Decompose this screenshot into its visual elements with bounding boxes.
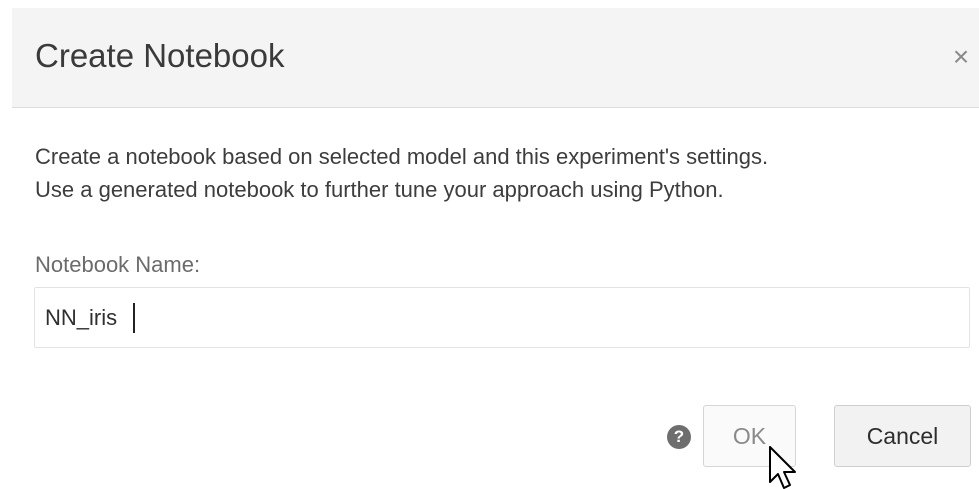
cancel-button[interactable]: Cancel <box>834 405 971 467</box>
mouse-pointer-icon <box>769 446 796 489</box>
dialog-header: Create Notebook × <box>12 8 979 108</box>
notebook-name-input[interactable] <box>34 287 970 348</box>
close-icon[interactable]: × <box>949 43 973 71</box>
description-line-2: Use a generated notebook to further tune… <box>35 177 724 202</box>
dialog-body: Create a notebook based on selected mode… <box>35 140 975 206</box>
description-line-1: Create a notebook based on selected mode… <box>35 144 769 169</box>
text-caret <box>133 303 135 333</box>
notebook-name-label: Notebook Name: <box>35 252 201 277</box>
help-icon[interactable]: ? <box>667 425 691 449</box>
create-notebook-dialog: Create Notebook × Create a notebook base… <box>0 0 979 489</box>
dialog-description: Create a notebook based on selected mode… <box>35 140 975 206</box>
dialog-title: Create Notebook <box>35 37 285 74</box>
